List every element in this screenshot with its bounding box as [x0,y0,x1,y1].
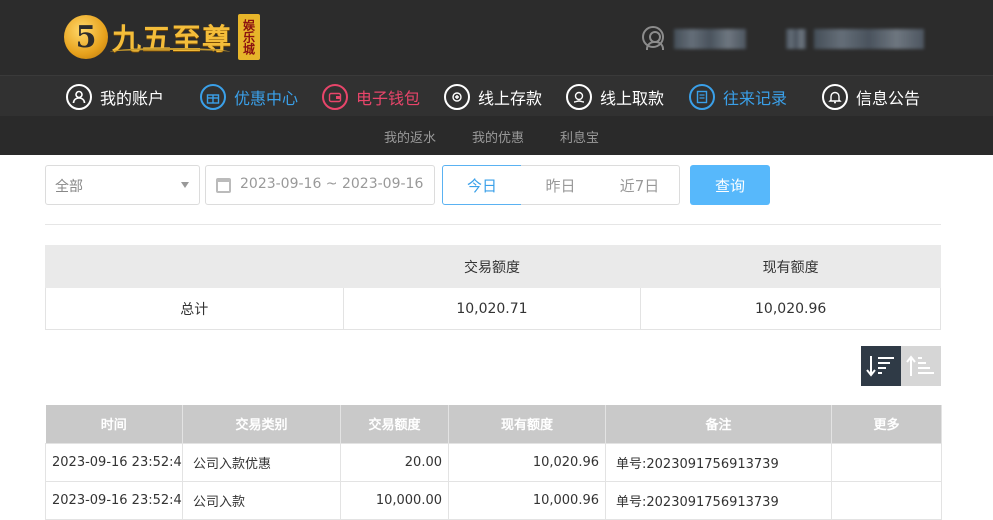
user-avatar-icon[interactable] [642,26,664,50]
cell-more[interactable] [831,442,942,482]
nav-online-withdraw[interactable]: 线上取款 [566,76,664,117]
bell-icon [822,83,848,110]
top-header: 5 九五至尊 娱乐城 [0,0,993,75]
calendar-icon [216,178,231,193]
sort-desc-icon [866,356,894,377]
cell-type: 公司入款优惠 [182,442,341,482]
redacted-separator [786,29,806,49]
divider [45,224,941,225]
table-row[interactable]: 2023-09-16 23:52:47 公司入款 10,000.00 10,00… [45,480,942,520]
sort-asc-icon [906,355,934,376]
nav-online-deposit[interactable]: 线上存款 [444,76,542,117]
wallet-icon [322,83,348,110]
col-header-note[interactable]: 备注 [605,405,832,443]
cell-balance: 10,000.96 [448,480,606,520]
transactions-table: 时间 交易类别 交易额度 现有额度 备注 更多 2023-09-16 23:52… [45,405,942,520]
subnav-rebate[interactable]: 我的返水 [384,127,436,146]
date-range-value: 2023-09-16 ~ 2023-09-16 [240,176,424,192]
cell-amount: 10,000.00 [340,480,449,520]
transaction-type-select[interactable]: 全部 [45,165,200,205]
records-icon [689,83,715,110]
cell-note: 单号:2023091756913739 [605,480,832,520]
query-button[interactable]: 查询 [690,165,770,205]
deposit-icon [444,83,470,110]
cell-amount: 20.00 [340,442,449,482]
summary-header-trade: 交易额度 [342,245,642,288]
sort-desc-button[interactable] [861,346,901,386]
summary-header-blank [45,245,344,288]
nav-label: 优惠中心 [234,88,299,108]
cell-note: 单号:2023091756913739 [605,442,832,482]
cell-time: 2023-09-16 23:52:47 [45,480,183,520]
nav-announcements[interactable]: 信息公告 [822,76,920,117]
nav-my-account[interactable]: 我的账户 [66,76,164,117]
cell-balance: 10,020.96 [448,442,606,482]
summary-table: 交易额度 现有额度 总计 10,020.71 10,020.96 [45,245,941,330]
nav-promotions[interactable]: 优惠中心 [200,76,298,117]
subnav-interest[interactable]: 利息宝 [560,127,599,146]
redacted-balance [814,29,924,49]
nav-transaction-records[interactable]: 往来记录 [689,76,787,117]
chevron-down-icon [181,182,189,188]
nav-label: 往来记录 [723,88,788,108]
segment-last-7-days[interactable]: 近7日 [600,165,680,205]
brand-tag: 娱乐城 [238,14,261,60]
cell-time: 2023-09-16 23:52:47 [45,442,183,482]
col-header-type[interactable]: 交易类别 [182,405,341,443]
summary-header-balance: 现有额度 [640,245,941,288]
nav-label: 信息公告 [856,88,921,108]
table-row[interactable]: 2023-09-16 23:52:47 公司入款优惠 20.00 10,020.… [45,442,942,482]
col-header-more[interactable]: 更多 [831,405,942,443]
nav-label: 线上存款 [478,88,543,108]
segment-today[interactable]: 今日 [442,165,522,205]
table-header-row: 时间 交易类别 交易额度 现有额度 备注 更多 [45,405,942,443]
col-header-amount[interactable]: 交易额度 [340,405,449,443]
summary-row: 总计 10,020.71 10,020.96 [45,287,941,330]
redacted-username [674,29,746,49]
summary-label: 总计 [45,287,344,330]
nav-e-wallet[interactable]: 电子钱包 [322,76,420,117]
col-header-balance[interactable]: 现有额度 [448,405,606,443]
col-header-time[interactable]: 时间 [45,405,183,443]
logo-ornament [110,48,230,56]
gift-icon [200,83,226,110]
subnav-my-promotions[interactable]: 我的优惠 [472,127,524,146]
main-nav: 我的账户 优惠中心 电子钱包 线上存款 线上取款 往来记录 信息公告 [0,75,993,116]
sort-asc-button[interactable] [901,346,941,386]
nav-label: 我的账户 [100,88,165,108]
select-value: 全部 [55,179,83,195]
user-icon [66,83,92,110]
segment-yesterday[interactable]: 昨日 [521,165,601,205]
withdraw-icon [566,83,592,110]
nav-label: 线上取款 [600,88,665,108]
logo-emblem: 5 [64,15,108,59]
summary-trade-amount: 10,020.71 [342,287,642,330]
sub-nav: 我的返水 我的优惠 利息宝 [0,116,993,155]
summary-balance: 10,020.96 [640,287,941,330]
cell-type: 公司入款 [182,480,341,520]
date-range-input[interactable]: 2023-09-16 ~ 2023-09-16 [205,165,435,205]
nav-label: 电子钱包 [356,88,421,108]
cell-more[interactable] [831,480,942,520]
